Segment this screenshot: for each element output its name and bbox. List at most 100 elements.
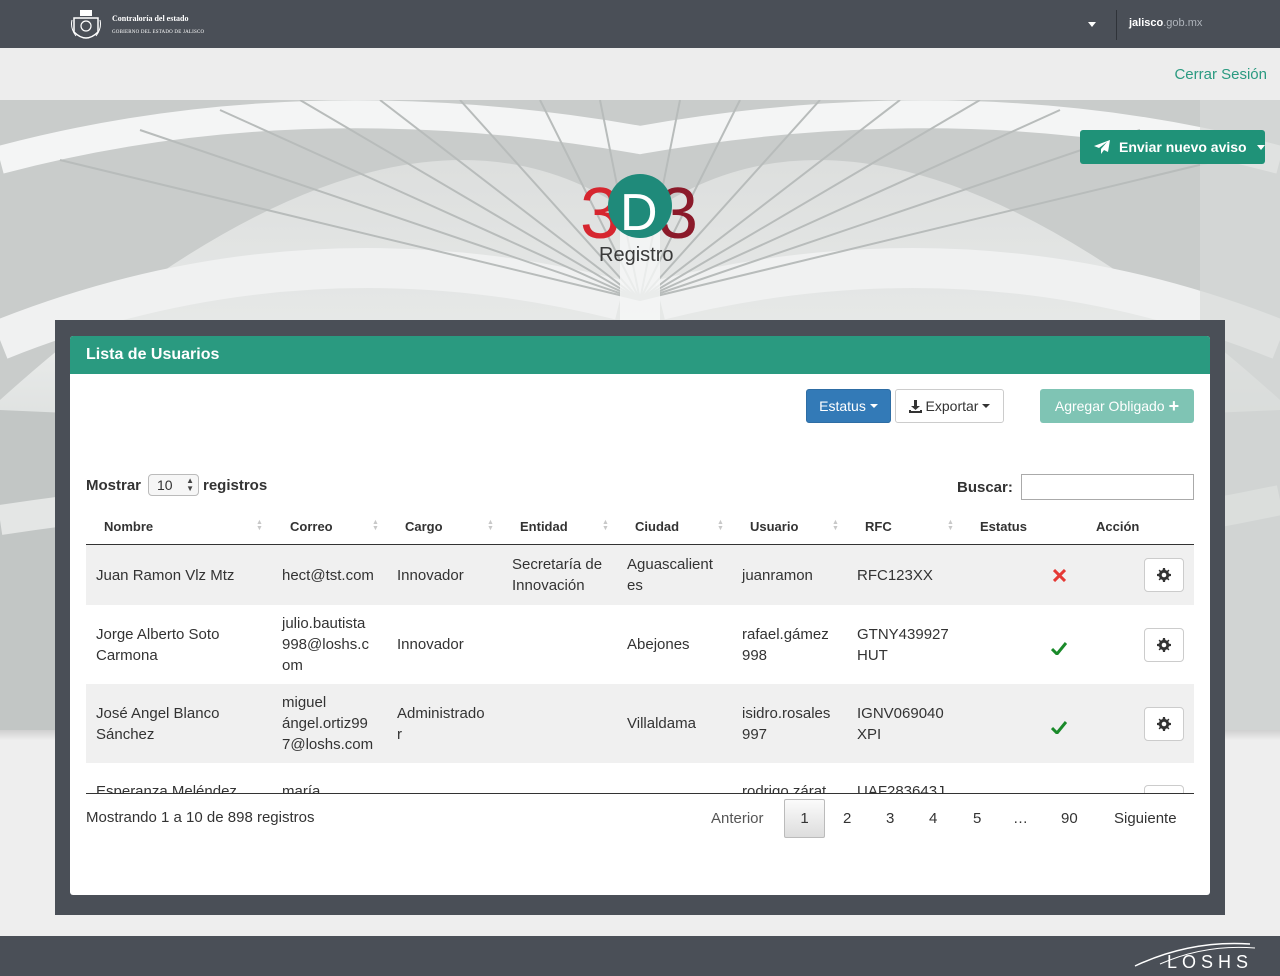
check-icon (1051, 720, 1067, 734)
page-size-label: Mostrar (86, 477, 142, 494)
cell-cargo: Innovador (397, 636, 464, 653)
page-size-suffix: registros (203, 477, 268, 494)
sort-icon[interactable]: ▲ ▼ (947, 519, 954, 532)
chevron-down-icon (869, 404, 878, 408)
pagination-page-current[interactable]: 1 (784, 799, 825, 838)
page-size-value: 10 (157, 477, 173, 493)
search-input[interactable] (1021, 474, 1194, 500)
pagination-page[interactable]: 90 (1061, 810, 1078, 827)
pagination-page[interactable]: 4 (929, 810, 937, 827)
status-filter-label: Estatus (819, 398, 866, 414)
gear-icon (1157, 716, 1171, 731)
org-subtitle: GOBIERNO DEL ESTADO DE JALISCO (112, 30, 205, 35)
footer-brand: LOSHS (1167, 952, 1254, 972)
svg-text:D: D (620, 184, 658, 242)
send-notice-button[interactable]: Enviar nuevo aviso (1080, 130, 1265, 164)
table-header: Nombre ▲ ▼ Correo ▲ ▼ Cargo ▲ ▼ Entidad ▲ ▼ Ciudad ▲ ▼… (86, 509, 1194, 545)
cell-rfc: GTNY439927 HUT (857, 625, 949, 664)
cell-rfc: RFC123XX (857, 566, 933, 584)
pagination-page[interactable]: 5 (973, 810, 981, 827)
logo-caption: Registro (599, 244, 674, 266)
table-row: Esperanza Meléndez maría rodrigo.zárat UAF2… (86, 763, 1194, 794)
cell-usuario: juanramon (742, 566, 813, 584)
cell-nombre: Esperanza Meléndez (96, 783, 237, 794)
cell-nombre: José Angel Blanco Sánchez (96, 704, 220, 743)
send-notice-label: Enviar nuevo aviso (1119, 139, 1247, 155)
cell-entidad: Secretaría de Innovación (512, 556, 603, 594)
download-icon (908, 399, 922, 413)
column-header: Estatus (980, 519, 1027, 534)
column-header[interactable]: Entidad (520, 519, 568, 534)
select-arrows-icon: ▲ ▼ (186, 476, 194, 493)
sort-icon[interactable]: ▲ ▼ (832, 519, 839, 532)
cell-rfc: UAF283643J (857, 783, 945, 794)
table-info: Mostrando 1 a 10 de 898 registros (86, 809, 315, 826)
pagination-ellipsis: … (1013, 810, 1028, 827)
cell-usuario: rodrigo.zárat (742, 783, 827, 794)
pagination-previous[interactable]: Anterior (711, 810, 764, 827)
cell-ciudad: Abejones (627, 636, 690, 653)
column-header: Acción (1096, 519, 1140, 534)
sort-icon[interactable]: ▲ ▼ (717, 519, 724, 532)
gob-link-light: .gob.mx (1163, 17, 1203, 29)
sort-icon[interactable]: ▲ ▼ (602, 519, 609, 532)
cell-ciudad: Villaldama (627, 715, 696, 732)
cell-usuario: rafael.gámez 998 (742, 625, 829, 664)
cell-correo: miguel ángel.ortiz99 7@loshs.com (282, 694, 374, 753)
gear-icon (1157, 637, 1171, 652)
top-bar: Contraloría del estado GOBIERNO DEL ESTA… (0, 0, 1280, 48)
pagination-page[interactable]: 3 (886, 810, 894, 827)
row-action-button[interactable] (1144, 558, 1184, 592)
status-filter-button[interactable]: Estatus (806, 389, 891, 423)
add-obligado-label: Agregar Obligado (1054, 398, 1165, 414)
column-header[interactable]: Ciudad (635, 519, 679, 534)
check-icon (1051, 641, 1067, 655)
column-header[interactable]: Usuario (750, 519, 798, 534)
cell-usuario: isidro.rosales 997 (742, 704, 831, 743)
org-name: Contraloría del estado (112, 14, 189, 23)
table-row: José Angel Blanco Sánchez miguel ángel.or… (86, 684, 1194, 763)
export-button[interactable]: Exportar (895, 389, 1004, 423)
panel-title: Lista de Usuarios (70, 336, 1210, 374)
gear-icon (1157, 568, 1171, 582)
sort-icon[interactable]: ▲ ▼ (487, 519, 494, 532)
sort-icon[interactable]: ▲ ▼ (372, 519, 379, 532)
plus-icon: + (1168, 396, 1180, 416)
cell-cargo: Innovador (397, 566, 464, 584)
users-table: Juan Ramon Vlz Mtz hect@tst.com Innovador S… (86, 545, 1194, 794)
users-panel: Lista de Usuarios Estatus Exportar Agreg… (70, 336, 1210, 895)
column-header[interactable]: Cargo (405, 519, 443, 534)
page-size-select[interactable]: 10 ▲ ▼ (148, 474, 199, 496)
row-action-button[interactable] (1144, 706, 1184, 741)
column-header[interactable]: Nombre (104, 519, 153, 534)
chevron-down-icon (982, 404, 991, 408)
cell-correo: hect@tst.com (282, 566, 374, 584)
cell-correo: maría (282, 783, 321, 794)
column-header[interactable]: Correo (290, 519, 333, 534)
pagination-page[interactable]: 2 (843, 810, 851, 827)
export-label: Exportar (925, 398, 979, 414)
session-bar (0, 48, 1280, 100)
row-action-button[interactable] (1144, 627, 1184, 662)
search-label: Buscar: (957, 479, 1013, 496)
add-obligado-button[interactable]: Agregar Obligado + (1040, 389, 1194, 423)
table-row: Juan Ramon Vlz Mtz hect@tst.com Innovador S… (86, 545, 1194, 605)
cell-nombre: Jorge Alberto Soto Carmona (96, 625, 220, 664)
paper-plane-icon (1094, 140, 1110, 154)
column-header[interactable]: RFC (865, 519, 892, 534)
chevron-down-icon (1256, 144, 1265, 150)
divider (1116, 10, 1117, 40)
gob-link[interactable]: jalisco.gob.mx (1129, 17, 1202, 29)
cell-nombre: Juan Ramon Vlz Mtz (96, 566, 235, 584)
sort-icon[interactable]: ▲ ▼ (256, 519, 263, 532)
row-action-button[interactable] (1144, 785, 1184, 793)
cell-ciudad: Aguascalient es (627, 556, 713, 594)
logout-link[interactable]: Cerrar Sesión (1174, 66, 1267, 83)
gob-link-bold: jalisco (1129, 17, 1164, 29)
pagination-next[interactable]: Siguiente (1114, 810, 1177, 827)
cell-rfc: IGNV069040 XPI (857, 704, 944, 743)
table-row: Jorge Alberto Soto Carmona julio.bautista… (86, 605, 1194, 684)
cell-cargo: Administrado r (397, 704, 485, 743)
dropdown-caret-icon[interactable] (1088, 22, 1096, 27)
state-seal-icon (71, 10, 101, 39)
